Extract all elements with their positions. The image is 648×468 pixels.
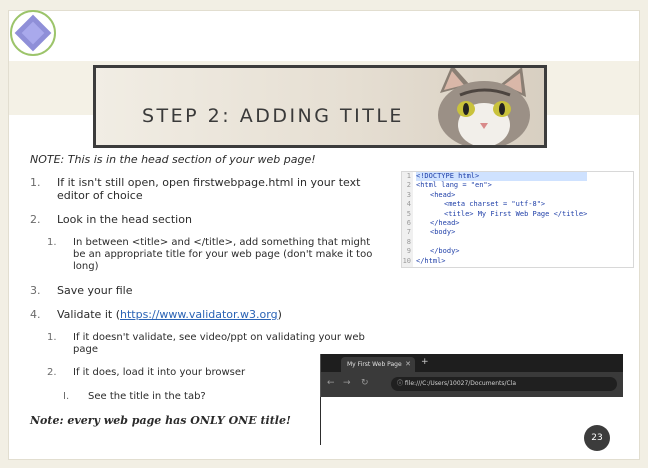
browser-tab: My First Web Page ✕ (341, 357, 415, 372)
browser-tab-bar: My First Web Page ✕ + (321, 354, 623, 372)
code-line: </html> (416, 256, 446, 265)
line-numbers: 1 2 3 4 5 6 7 8 9 10 (402, 172, 413, 267)
corner-ornament-icon (10, 10, 56, 56)
list-item: 1. In between <title> and </title>, add … (47, 237, 373, 272)
code-line: <body> (430, 228, 456, 237)
page-number: 23 (584, 425, 610, 451)
one-title-note: Note: every web page has ONLY ONE title! (30, 414, 291, 427)
list-item: 4. Validate it (https://www.validator.w3… (30, 308, 282, 321)
close-icon: ✕ (405, 360, 411, 368)
forward-icon: → (343, 378, 351, 388)
code-line: <head> (430, 190, 456, 199)
code-line: <!DOCTYPE html> (416, 172, 588, 182)
title-box: STEP 2: ADDING TITLE (93, 65, 547, 148)
slide-title: STEP 2: ADDING TITLE (142, 105, 404, 127)
list-item: 3. Save your file (30, 284, 133, 297)
list-item: 1. If it isn't still open, open firstweb… (30, 176, 361, 202)
list-item: 1. If it doesn't validate, see video/ppt… (47, 332, 365, 355)
back-icon: ← (327, 378, 335, 388)
cat-image (438, 68, 530, 145)
code-line: <meta charset = "utf-8"> (444, 200, 546, 209)
divider (320, 397, 321, 445)
code-line: <html lang = "en"> (416, 181, 492, 190)
info-icon: ⓘ (397, 380, 405, 387)
code-line: </body> (430, 247, 460, 256)
reload-icon: ↻ (361, 378, 369, 388)
browser-screenshot: My First Web Page ✕ + ← → ↻ ⓘ file:///C:… (320, 354, 623, 397)
browser-nav-bar: ← → ↻ ⓘ file:///C:/Users/10027/Documents… (321, 372, 623, 397)
code-editor-screenshot: 1 2 3 4 5 6 7 8 9 10 <!DOCTYPE html> <ht… (401, 171, 634, 268)
list-item: 2. Look in the head section (30, 213, 192, 226)
address-bar: ⓘ file:///C:/Users/10027/Documents/Cla (391, 377, 617, 391)
code-line: <title> My First Web Page </title> (444, 209, 588, 218)
head-section-note: NOTE: This is in the head section of you… (30, 153, 316, 166)
new-tab-icon: + (421, 357, 429, 367)
validator-link[interactable]: https://www.validator.w3.org (120, 308, 278, 321)
code-line: </head> (430, 219, 460, 228)
